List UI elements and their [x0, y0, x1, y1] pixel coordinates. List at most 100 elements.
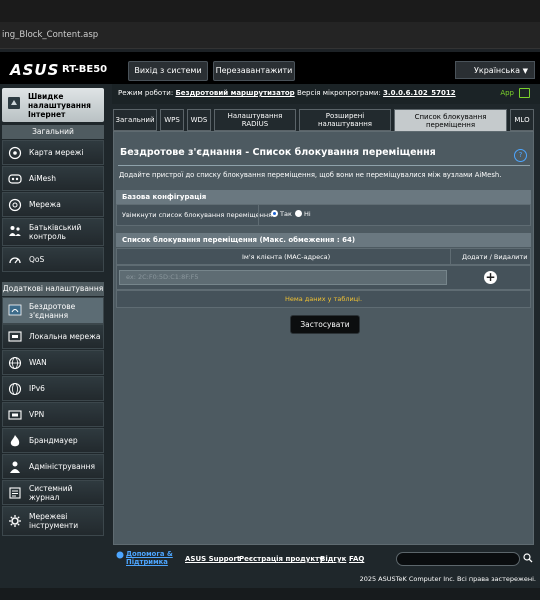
- sidebar-item-label: Адміністрування: [29, 462, 96, 471]
- network-icon: [8, 198, 22, 212]
- router-model: RT-BE50: [62, 64, 108, 75]
- sidebar-item-label: QoS: [29, 255, 45, 264]
- tab-wds[interactable]: WDS: [187, 109, 211, 131]
- advanced-section-header: Додаткові налаштування: [2, 282, 104, 296]
- copyright-text: 2025 ASUSTeK Computer Inc. Всі права зас…: [359, 575, 536, 583]
- quick-setup-icon: [8, 97, 20, 109]
- copyright: 2025 ASUSTeK Computer Inc. Всі права зас…: [0, 570, 540, 588]
- sidebar-item-parental-control[interactable]: Батьківський контроль: [2, 218, 104, 246]
- enable-label: Увімкнути список блокування переміщення: [122, 211, 273, 219]
- sidebar-item-label: IPv6: [29, 384, 45, 393]
- search-input[interactable]: [396, 552, 520, 566]
- sidebar-item-label: WAN: [29, 358, 47, 367]
- app-label[interactable]: App: [500, 88, 514, 98]
- enable-no-radio[interactable]: [295, 210, 302, 217]
- status-bar: Режим роботи: Бездротовий маршрутизатор …: [112, 84, 540, 104]
- sidebar-item-label: Системний журнал: [29, 483, 73, 502]
- sidebar-item-aimesh[interactable]: AiMesh: [2, 166, 104, 191]
- reboot-button[interactable]: Перезавантажити: [213, 61, 295, 81]
- sidebar-item-label: Брандмауер: [29, 436, 78, 445]
- chevron-down-icon: ▼: [522, 67, 528, 75]
- no-data-message: Нема даних у таблиці.: [116, 290, 531, 308]
- page-description: Додайте пристрої до списку блокування пе…: [119, 171, 502, 179]
- page-title: Бездротове з'єднання - Список блокування…: [120, 147, 436, 158]
- sidebar-item-label: Батьківський контроль: [29, 223, 82, 241]
- tab-mlo[interactable]: MLO: [510, 109, 534, 131]
- firmware-label: Версія мікропрограми:: [296, 89, 381, 97]
- wireless-icon: [8, 304, 22, 316]
- system-log-icon: [9, 487, 21, 499]
- bottom-strip: [0, 588, 540, 600]
- sidebar-item-network-map[interactable]: Карта мережі: [2, 140, 104, 165]
- language-select[interactable]: Українська ▼: [455, 61, 535, 79]
- help-support-link[interactable]: Допомога & Підтримка: [126, 550, 178, 566]
- apply-button[interactable]: Застосувати: [290, 315, 360, 334]
- tab-roaming-block-list[interactable]: Список блокування переміщення: [394, 109, 507, 132]
- aimesh-icon: [8, 174, 22, 184]
- sidebar-item-label: Локальна мережа: [29, 332, 101, 341]
- enable-no-label: Ні: [304, 210, 311, 218]
- sidebar-item-label: Карта мережі: [29, 148, 84, 157]
- sidebar-item-vpn[interactable]: VPN: [2, 402, 104, 427]
- settings-tabs: Загальний WPS WDS Налаштування RADIUS Ро…: [113, 109, 540, 132]
- operation-mode-label: Режим роботи:: [118, 89, 174, 97]
- sidebar-item-label: Мережа: [29, 200, 61, 209]
- browser-url[interactable]: ing_Block_Content.asp: [0, 25, 302, 45]
- vpn-icon: [8, 410, 22, 420]
- lan-icon: [8, 331, 22, 342]
- qos-icon: [9, 257, 21, 264]
- sidebar-item-wan[interactable]: WAN: [2, 350, 104, 375]
- firewall-icon: [10, 435, 20, 447]
- sidebar-item-lan[interactable]: Локальна мережа: [2, 324, 104, 349]
- ipv6-icon: [8, 382, 22, 396]
- title-divider: [118, 165, 530, 166]
- footer-link-asus-support[interactable]: ASUS Support: [185, 555, 240, 563]
- app-icon[interactable]: [519, 88, 530, 98]
- search-icon[interactable]: [523, 553, 533, 563]
- sidebar-item-network-tools[interactable]: Мережеві інструменти: [2, 506, 104, 536]
- basic-config-header: Базова конфігурація: [116, 190, 531, 204]
- network-tools-icon: [9, 515, 21, 527]
- enable-yes-radio[interactable]: [271, 210, 278, 217]
- administration-icon: [10, 461, 20, 473]
- block-list-header: Список блокування переміщення (Макс. обм…: [116, 233, 531, 247]
- footer-link-faq[interactable]: FAQ: [349, 555, 364, 563]
- sidebar-item-qos[interactable]: QoS: [2, 247, 104, 272]
- sidebar-item-firewall[interactable]: Брандмауер: [2, 428, 104, 453]
- row-divider: [258, 204, 259, 226]
- tab-radius[interactable]: Налаштування RADIUS: [214, 109, 296, 131]
- tab-advanced[interactable]: Розширені налаштування: [299, 109, 391, 131]
- sidebar-item-network[interactable]: Мережа: [2, 192, 104, 217]
- firmware-link[interactable]: 3.0.0.6.102_57012: [383, 89, 456, 97]
- tab-wps[interactable]: WPS: [160, 109, 184, 131]
- help-icon[interactable]: ?: [514, 149, 527, 162]
- browser-top-bar: [0, 0, 540, 22]
- asus-logo[interactable]: ASUS: [10, 61, 59, 79]
- mac-address-input[interactable]: ex: 2C:F0:5D:C1:8F:F5: [119, 270, 447, 285]
- operation-mode-link[interactable]: Бездротовий маршрутизатор: [175, 89, 294, 97]
- footer-link-register-product[interactable]: Реєстрація продукту: [239, 555, 324, 563]
- general-section-header: Загальний: [2, 125, 104, 139]
- sidebar-item-administration[interactable]: Адміністрування: [2, 454, 104, 479]
- network-map-icon: [8, 146, 22, 160]
- sidebar-item-label: Мережеві інструменти: [29, 512, 79, 530]
- wan-icon: [8, 356, 22, 370]
- quick-setup-label: Швидке налаштування Інтернет: [28, 92, 91, 119]
- add-icon[interactable]: +: [484, 271, 497, 284]
- sidebar-item-label: AiMesh: [29, 174, 56, 183]
- parental-control-icon: [9, 226, 21, 236]
- add-delete-column-header: Додати / Видалити: [462, 253, 528, 261]
- tab-general[interactable]: Загальний: [113, 109, 157, 131]
- sidebar-item-label: Бездротове з'єднання: [29, 301, 76, 320]
- enable-yes-label: Так: [280, 210, 292, 218]
- client-column-header: Ім'я клієнта (MAC-адреса): [242, 253, 331, 261]
- help-support-icon: [116, 551, 124, 559]
- quick-internet-setup[interactable]: Швидке налаштування Інтернет: [2, 88, 104, 122]
- footer-link-feedback[interactable]: Відгук: [320, 555, 346, 563]
- sidebar-item-system-log[interactable]: Системний журнал: [2, 480, 104, 505]
- sidebar-item-label: VPN: [29, 410, 45, 419]
- sidebar-item-wireless[interactable]: Бездротове з'єднання: [2, 297, 104, 324]
- language-value: Українська: [474, 66, 520, 75]
- sidebar-item-ipv6[interactable]: IPv6: [2, 376, 104, 401]
- logout-button[interactable]: Вихід з системи: [128, 61, 208, 81]
